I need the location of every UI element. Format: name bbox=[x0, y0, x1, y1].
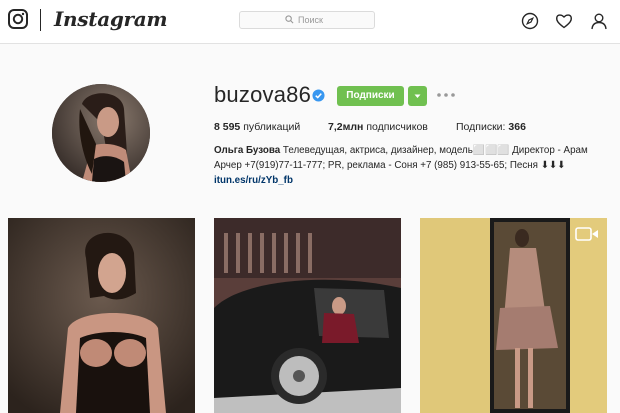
instagram-wordmark[interactable]: Instagram bbox=[54, 7, 168, 31]
search-placeholder: Поиск bbox=[298, 15, 323, 25]
following-count[interactable]: Подписки: 366 bbox=[456, 121, 526, 133]
profile-username: buzova86 bbox=[214, 82, 312, 107]
posts-count-label: публикаций bbox=[243, 121, 301, 133]
followers-count[interactable]: 7,2млн подписчиков bbox=[328, 121, 428, 133]
following-button[interactable]: Подписки bbox=[337, 86, 404, 106]
search-input[interactable]: Поиск bbox=[239, 11, 375, 29]
video-badge-icon bbox=[575, 227, 598, 241]
verified-badge-icon bbox=[312, 89, 325, 102]
profile-avatar[interactable] bbox=[52, 84, 150, 182]
logo-divider bbox=[40, 9, 41, 31]
chevron-down-icon bbox=[414, 94, 421, 98]
post-image-1 bbox=[8, 218, 195, 413]
profile-bio: Ольга Бузова Телеведущая, актриса, дизай… bbox=[214, 143, 614, 188]
search-icon bbox=[285, 15, 294, 24]
bio-text-1: Телеведущая, актриса, дизайнер, модель⬜⬜… bbox=[280, 145, 588, 156]
posts-count-value: 8 595 bbox=[214, 121, 241, 133]
post-thumbnail-1[interactable] bbox=[8, 218, 195, 413]
instagram-camera-icon[interactable] bbox=[8, 9, 28, 29]
suggestions-dropdown-button[interactable] bbox=[408, 86, 427, 106]
activity-heart-icon[interactable] bbox=[555, 12, 573, 30]
post-thumbnail-3[interactable] bbox=[420, 218, 607, 413]
more-options-icon[interactable] bbox=[436, 89, 456, 101]
profile-person-icon[interactable] bbox=[590, 12, 608, 30]
post-image-3 bbox=[420, 218, 607, 413]
bio-full-name: Ольга Бузова bbox=[214, 145, 281, 156]
avatar-photo bbox=[52, 84, 150, 182]
post-thumbnail-2[interactable] bbox=[214, 218, 401, 413]
post-image-2 bbox=[214, 218, 401, 413]
bio-line-2: Арчер +7(919)77-11-777; PR, реклама - Со… bbox=[214, 160, 566, 171]
posts-count: 8 595 публикаций bbox=[214, 121, 300, 133]
explore-compass-icon[interactable] bbox=[521, 12, 539, 30]
following-count-value: 366 bbox=[508, 121, 526, 133]
followers-count-label: подписчиков bbox=[366, 121, 428, 133]
followers-count-value: 7,2млн bbox=[328, 121, 364, 133]
bio-line-1: Ольга Бузова Телеведущая, актриса, дизай… bbox=[214, 143, 614, 158]
following-count-label: Подписки: bbox=[456, 121, 506, 133]
top-navigation-bar: Instagram Поиск bbox=[0, 0, 620, 44]
bio-external-link[interactable]: itun.es/ru/zYb_fb bbox=[214, 173, 614, 188]
